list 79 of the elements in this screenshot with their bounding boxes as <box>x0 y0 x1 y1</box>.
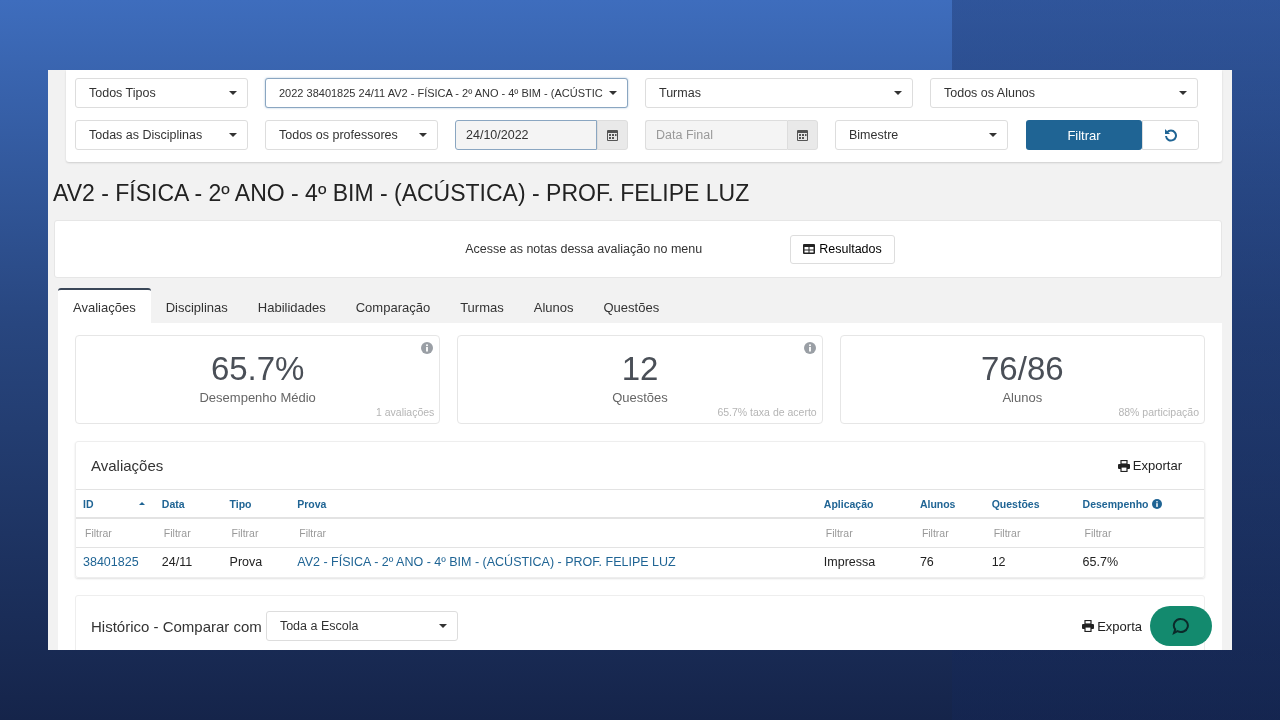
stat-label: Alunos <box>1002 390 1043 405</box>
dropdown[interactable]: Turmas <box>645 78 913 108</box>
tab[interactable]: Alunos <box>518 288 589 323</box>
table-link[interactable]: AV2 - FÍSICA - 2º ANO - 4º BIM - (ACÚSTICA) - PROF. FELIPE LUZ <box>297 555 676 570</box>
calendar-button[interactable] <box>597 120 628 150</box>
chat-bubble-icon <box>1172 617 1190 635</box>
chat-button[interactable] <box>1150 606 1212 646</box>
printer-icon <box>1082 620 1095 632</box>
stat-note: 1 avaliações <box>375 406 435 418</box>
tab[interactable]: Turmas <box>445 288 519 323</box>
caret-icon <box>229 91 237 95</box>
notice-text: Acesse as notas dessa avaliação no menu <box>465 242 703 256</box>
table-cell: 76 <box>919 555 934 570</box>
table-icon <box>803 244 816 254</box>
table-cell: 65.7% <box>1082 555 1119 570</box>
tab[interactable]: Habilidades <box>242 288 341 323</box>
caret-icon <box>989 133 997 137</box>
dropdown[interactable]: Todos Tipos <box>75 78 248 108</box>
table-cell: Prova <box>229 555 263 570</box>
column-header[interactable]: ID <box>76 490 155 518</box>
tab[interactable]: Avaliações <box>58 288 151 323</box>
stat-value: 12 <box>621 350 659 388</box>
dropdown[interactable]: Bimestre <box>835 120 1008 150</box>
dropdown[interactable]: 2022 38401825 24/11 AV2 - FÍSICA - 2º ANO - 4º BIM - (ACÚSTIC <box>265 78 628 108</box>
column-filter-field[interactable]: Filtrar <box>229 527 295 540</box>
calendar-icon <box>607 129 618 141</box>
printer-icon <box>1117 459 1130 472</box>
tab[interactable]: Disciplinas <box>150 288 243 323</box>
sort-icon <box>138 502 145 505</box>
column-header[interactable]: Prova <box>290 490 817 518</box>
tab[interactable]: Comparação <box>340 288 446 323</box>
export-button[interactable]: Exporta <box>1082 618 1142 634</box>
column-header[interactable]: Aplicação <box>816 490 913 518</box>
tab[interactable]: Questões <box>588 288 675 323</box>
dropdown[interactable]: Toda a Escola <box>265 611 458 641</box>
column-filter-field[interactable]: Filtrar <box>297 527 821 540</box>
page-title: AV2 - FÍSICA - 2º ANO - 4º BIM - (ACÚSTICA) - PROF. FELIPE LUZ <box>53 180 751 207</box>
column-filter-field[interactable]: Filtrar <box>83 527 159 540</box>
column-filter-field[interactable]: Filtrar <box>919 527 989 540</box>
caret-icon <box>419 133 427 137</box>
export-button[interactable]: Exportar <box>1117 458 1182 473</box>
dropdown[interactable]: Todos os Alunos <box>930 78 1198 108</box>
date-field[interactable]: 24/10/2022 <box>455 120 597 150</box>
results-button[interactable]: Resultados <box>790 234 895 264</box>
dropdown[interactable]: Todas as Disciplinas <box>75 120 248 150</box>
stat-label: Questões <box>612 390 668 405</box>
column-filter-field[interactable]: Filtrar <box>823 527 917 540</box>
column-header[interactable]: Data <box>154 490 223 518</box>
stat-note: 88% participação <box>1118 406 1199 418</box>
card-title: Avaliações <box>91 457 164 474</box>
table-cell: 12 <box>991 555 1006 570</box>
stat-note: 65.7% taxa de acerto <box>717 406 817 418</box>
card-title: Histórico - Comparar com <box>91 617 262 635</box>
reset-icon <box>1163 128 1178 142</box>
column-header[interactable]: Desempenho <box>1075 490 1204 518</box>
table-link[interactable]: 38401825 <box>83 555 139 570</box>
calendar-icon <box>797 129 808 141</box>
info-icon <box>1151 498 1162 509</box>
stat-label: Desempenho Médio <box>199 390 316 405</box>
dropdown[interactable]: Todos os professores <box>265 120 438 150</box>
filter-button[interactable]: Filtrar <box>1026 120 1142 150</box>
date-field[interactable]: Data Final <box>645 120 787 150</box>
stat-value: 65.7% <box>210 350 305 388</box>
caret-icon <box>894 91 902 95</box>
calendar-button[interactable] <box>787 120 818 150</box>
stat-value: 76/86 <box>981 350 1064 388</box>
table-cell: Impressa <box>823 555 876 570</box>
column-header[interactable]: Alunos <box>912 490 985 518</box>
reset-button[interactable] <box>1142 120 1199 150</box>
column-filter-field[interactable]: Filtrar <box>1082 527 1208 540</box>
table-cell: 24/11 <box>161 555 193 570</box>
column-header[interactable]: Questões <box>984 490 1076 518</box>
column-filter-field[interactable]: Filtrar <box>991 527 1080 540</box>
caret-icon <box>438 624 447 628</box>
caret-icon <box>229 133 237 137</box>
column-filter-field[interactable]: Filtrar <box>161 527 227 540</box>
column-header[interactable]: Tipo <box>222 490 291 518</box>
caret-icon <box>1179 91 1187 95</box>
caret-icon <box>609 91 617 95</box>
